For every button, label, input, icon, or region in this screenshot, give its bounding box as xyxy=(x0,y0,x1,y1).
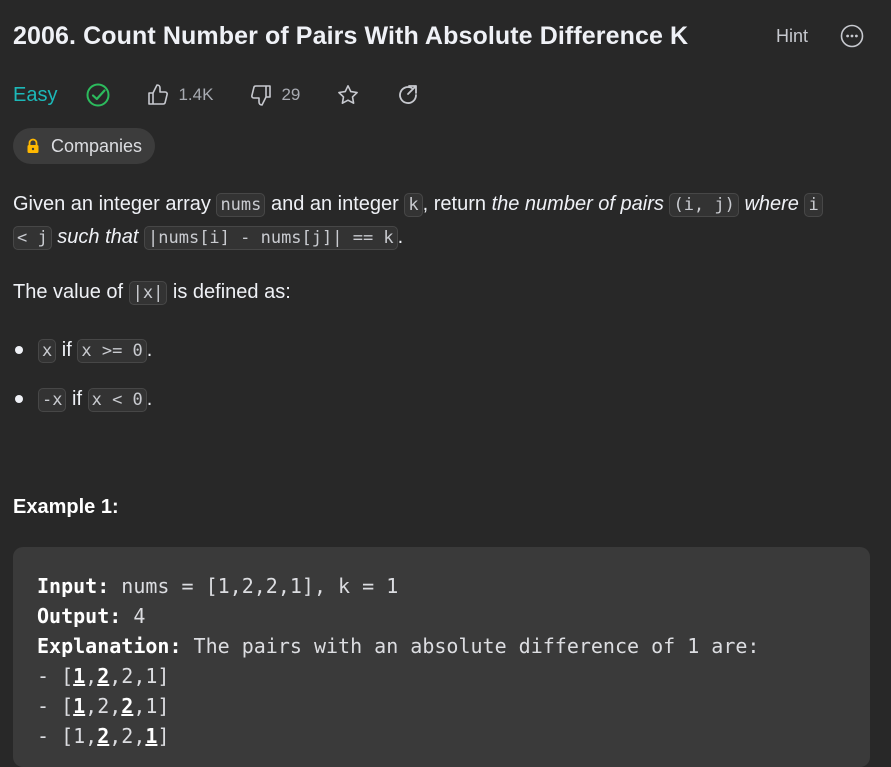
example-pair-line: - [1,2,2,1] xyxy=(37,694,170,718)
example-box: Input: nums = [1,2,2,1], k = 1 Output: 4… xyxy=(13,547,870,767)
example-title: Example 1: xyxy=(13,496,119,518)
companies-button[interactable]: Companies xyxy=(13,128,156,164)
thumbs-up-icon xyxy=(148,84,169,105)
star-icon[interactable] xyxy=(336,83,360,107)
code-nums: nums xyxy=(216,193,266,217)
code-abs-x: |x| xyxy=(128,281,168,305)
code-i: i xyxy=(804,193,823,217)
lock-icon xyxy=(27,138,39,153)
list-item: x if x >= 0. xyxy=(13,334,152,366)
code-pair: (i, j) xyxy=(669,193,739,217)
code-condition: |nums[i] - nums[j]| == k xyxy=(144,226,398,250)
list-item: -x if x < 0. xyxy=(13,383,152,415)
dislike-button[interactable]: 29 xyxy=(249,83,300,107)
thumbs-down-icon xyxy=(251,85,272,106)
like-button[interactable]: 1.4K xyxy=(146,83,213,107)
example-input-line: Input: nums = [1,2,2,1], k = 1 xyxy=(37,574,399,598)
problem-meta-row: Easy 1.4K 29 xyxy=(13,80,456,110)
example-pair-line: - [1,2,2,1] xyxy=(37,724,170,748)
code-k: k xyxy=(404,193,423,217)
share-icon[interactable] xyxy=(396,83,420,107)
description-paragraph-1: Given an integer array nums and an integ… xyxy=(13,188,871,254)
hint-button[interactable]: Hint xyxy=(776,26,808,47)
code-lt-j: < j xyxy=(13,226,52,250)
definition-list: x if x >= 0. -x if x < 0. xyxy=(13,334,152,432)
difficulty-badge: Easy xyxy=(13,83,58,106)
example-explanation-line: Explanation: The pairs with an absolute … xyxy=(37,634,760,658)
example-output-line: Output: 4 xyxy=(37,604,146,628)
like-count: 1.4K xyxy=(178,85,214,104)
problem-title: 2006. Count Number of Pairs With Absolut… xyxy=(13,22,689,50)
dislike-count: 29 xyxy=(281,85,301,104)
more-horizontal-icon[interactable] xyxy=(840,24,864,48)
description-paragraph-2: The value of |x| is defined as: xyxy=(13,281,291,305)
companies-label: Companies xyxy=(51,135,143,156)
example-pair-line: - [1,2,2,1] xyxy=(37,664,170,688)
solved-check-icon xyxy=(86,83,110,107)
